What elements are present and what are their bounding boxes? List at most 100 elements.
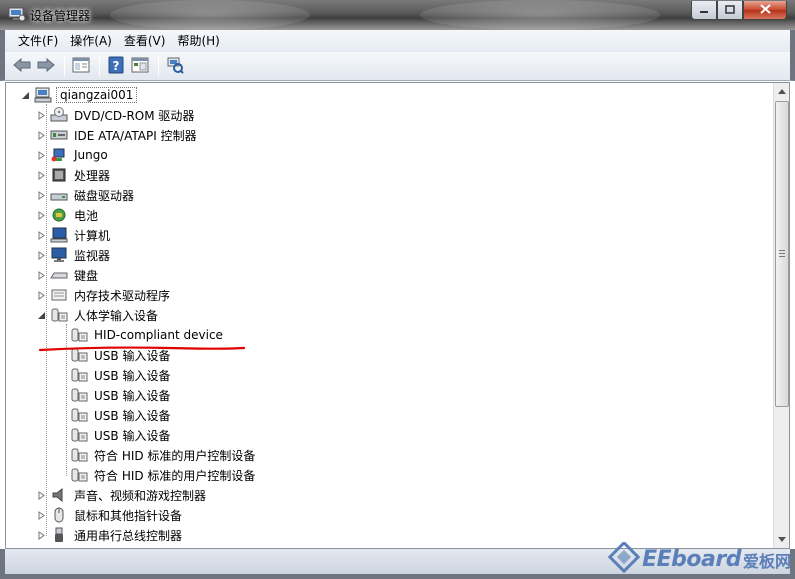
tree-category-processor[interactable]: 处理器 <box>36 165 112 185</box>
tree-category-ide[interactable]: IDE ATA/ATAPI 控制器 <box>36 125 199 145</box>
expand-arrow-icon[interactable] <box>36 130 46 140</box>
toolbar-separator <box>99 56 100 76</box>
console-tree-button[interactable] <box>129 55 151 77</box>
menu-help[interactable]: 帮助(H) <box>172 31 224 51</box>
tree-device-usb-input[interactable]: USB 输入设备 <box>70 385 172 405</box>
tree-device-usb-input[interactable]: USB 输入设备 <box>70 365 172 385</box>
tree-category-usb-controller[interactable]: 通用串行总线控制器 <box>36 525 184 545</box>
tree-category-hid[interactable]: 人体学输入设备 <box>36 305 160 325</box>
tree-category-keyboard[interactable]: 键盘 <box>36 265 100 285</box>
tree-device-usb-input[interactable]: USB 输入设备 <box>70 345 172 365</box>
device-label: HID-compliant device <box>94 328 223 342</box>
scrollbar-thumb[interactable] <box>775 101 789 407</box>
properties-button[interactable] <box>70 55 92 77</box>
back-arrow-icon <box>13 57 31 75</box>
expand-arrow-icon[interactable] <box>36 210 46 220</box>
help-button[interactable]: ? <box>105 55 127 77</box>
mouse-icon <box>50 507 68 523</box>
tree-device-hid-consumer-control[interactable]: 符合 HID 标准的用户控制设备 <box>70 465 257 485</box>
category-label: 键盘 <box>74 268 99 283</box>
dvd-drive-icon <box>50 107 68 123</box>
tree-category-sound[interactable]: 声音、视频和游戏控制器 <box>36 485 208 505</box>
menu-bar: 文件(F) 操作(A) 查看(V) 帮助(H) <box>0 30 795 52</box>
tree-device-hid-compliant[interactable]: HID-compliant device <box>70 325 225 345</box>
expand-arrow-icon[interactable] <box>36 250 46 260</box>
computer-name: qiangzai001 <box>56 87 138 103</box>
properties-window-icon <box>72 57 90 76</box>
expand-arrow-icon[interactable] <box>36 110 46 120</box>
device-label: 符合 HID 标准的用户控制设备 <box>94 448 256 463</box>
device-manager-icon <box>8 6 26 22</box>
category-label: 计算机 <box>74 228 111 243</box>
tree-category-memory-tech[interactable]: 内存技术驱动程序 <box>36 285 172 305</box>
expand-arrow-icon[interactable] <box>36 510 46 520</box>
scrollbar-grip-icon <box>779 250 785 259</box>
hid-device-icon <box>70 407 88 423</box>
menu-view[interactable]: 查看(V) <box>119 31 171 51</box>
hid-device-icon <box>70 467 88 483</box>
monitor-icon <box>50 247 68 263</box>
category-label: 内存技术驱动程序 <box>74 288 171 303</box>
expand-arrow-icon[interactable] <box>36 270 46 280</box>
scan-hardware-icon <box>166 56 184 77</box>
tree-category-computer[interactable]: 计算机 <box>36 225 112 245</box>
category-label: 通用串行总线控制器 <box>74 528 183 543</box>
menu-file[interactable]: 文件(F) <box>13 31 63 51</box>
device-label: USB 输入设备 <box>94 348 171 363</box>
scroll-up-arrow-icon <box>778 87 786 96</box>
hid-device-icon <box>70 347 88 363</box>
tree-device-usb-input[interactable]: USB 输入设备 <box>70 425 172 445</box>
computer-icon <box>50 227 68 243</box>
maximize-icon <box>725 3 735 17</box>
tree-category-battery[interactable]: 电池 <box>36 205 100 225</box>
help-icon: ? <box>108 56 124 77</box>
title-glass-highlight <box>420 0 660 30</box>
tree-root[interactable]: qiangzai001 <box>20 85 138 105</box>
scan-hardware-button[interactable] <box>164 55 186 77</box>
tree-category-dvd[interactable]: DVD/CD-ROM 驱动器 <box>36 105 196 125</box>
minimize-button[interactable] <box>691 1 717 20</box>
expand-arrow-icon[interactable] <box>36 290 46 300</box>
scroll-up-button[interactable] <box>774 83 789 100</box>
keyboard-icon <box>50 267 68 283</box>
category-label: 鼠标和其他指针设备 <box>74 508 183 523</box>
forward-arrow-icon <box>37 57 55 75</box>
vertical-scrollbar[interactable] <box>773 83 789 548</box>
tree-category-jungo[interactable]: Jungo <box>36 145 110 165</box>
toolbar-separator <box>158 56 159 76</box>
tree-device-hid-consumer-control[interactable]: 符合 HID 标准的用户控制设备 <box>70 445 257 465</box>
menu-action[interactable]: 操作(A) <box>65 31 117 51</box>
expand-arrow-icon[interactable] <box>36 190 46 200</box>
title-bar[interactable]: 设备管理器 <box>0 0 795 30</box>
tree-category-disk[interactable]: 磁盘驱动器 <box>36 185 136 205</box>
expand-arrow-icon[interactable] <box>36 530 46 540</box>
toolbar: ? <box>0 52 795 81</box>
collapse-arrow-icon[interactable] <box>20 90 30 100</box>
computer-icon <box>34 87 52 103</box>
hid-device-icon <box>50 307 68 323</box>
device-label: 符合 HID 标准的用户控制设备 <box>94 468 256 483</box>
expand-arrow-icon[interactable] <box>36 150 46 160</box>
hid-device-icon <box>70 447 88 463</box>
disk-drive-icon <box>50 187 68 203</box>
collapse-arrow-icon[interactable] <box>36 310 46 320</box>
maximize-button[interactable] <box>717 1 743 20</box>
category-label: 磁盘驱动器 <box>74 188 135 203</box>
expand-arrow-icon[interactable] <box>36 170 46 180</box>
tree-category-monitor[interactable]: 监视器 <box>36 245 112 265</box>
expand-arrow-icon[interactable] <box>36 490 46 500</box>
back-button[interactable] <box>11 55 33 77</box>
tree-category-mouse[interactable]: 鼠标和其他指针设备 <box>36 505 184 525</box>
close-button[interactable] <box>743 1 787 20</box>
tree-device-usb-input[interactable]: USB 输入设备 <box>70 405 172 425</box>
window-title: 设备管理器 <box>30 9 91 23</box>
category-label: 声音、视频和游戏控制器 <box>74 488 207 503</box>
expand-arrow-icon[interactable] <box>36 230 46 240</box>
forward-button[interactable] <box>35 55 57 77</box>
tree-connector <box>66 324 67 476</box>
category-label: 电池 <box>74 208 99 223</box>
hid-device-icon <box>70 327 88 343</box>
watermark-brand: EEboard <box>642 547 741 572</box>
device-tree[interactable]: qiangzai001 DVD/CD-ROM 驱动器 IDE ATA/ATAPI… <box>5 82 790 549</box>
usb-controller-icon <box>50 527 68 543</box>
